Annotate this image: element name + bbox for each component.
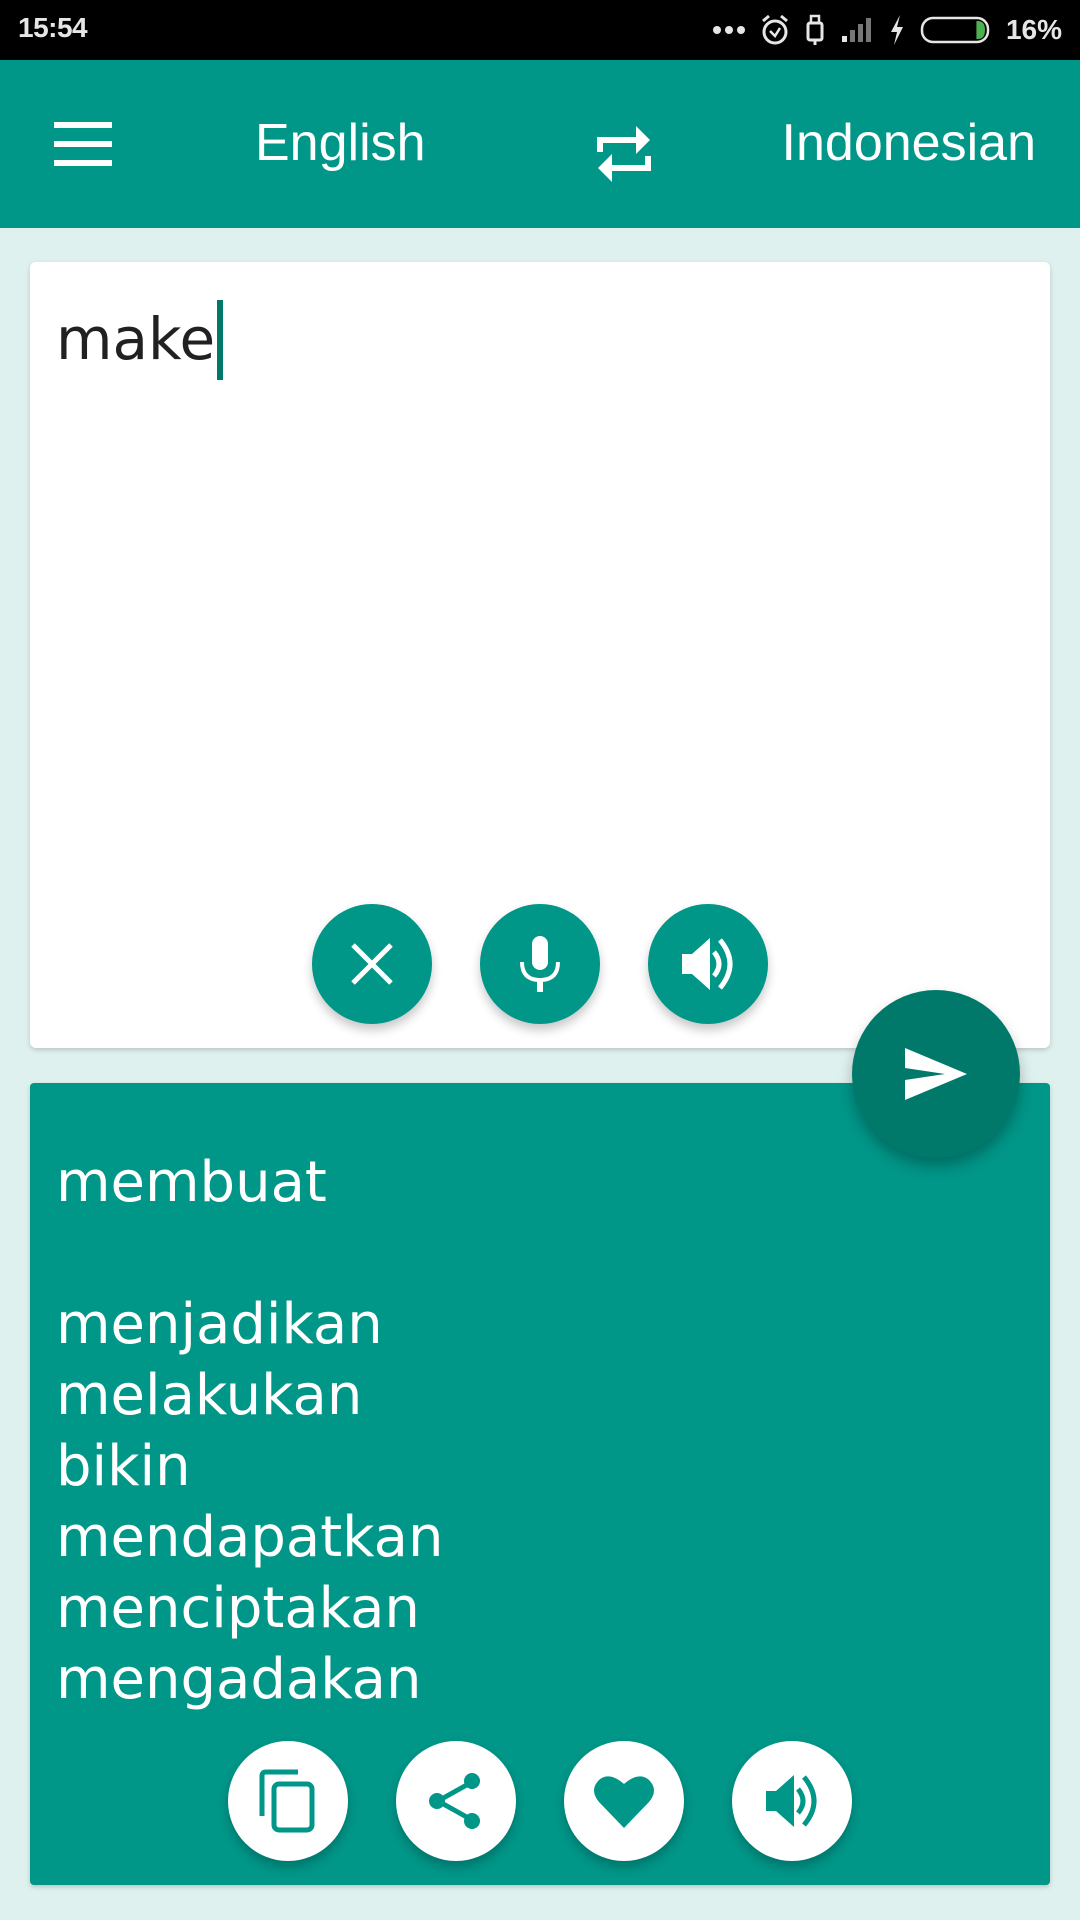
translate-send-button[interactable] bbox=[852, 990, 1020, 1158]
share-icon bbox=[429, 1773, 480, 1829]
primary-translation: membuat bbox=[56, 1150, 327, 1215]
source-text-input[interactable]: make bbox=[56, 300, 224, 380]
input-card[interactable]: make bbox=[30, 262, 1050, 1048]
hamburger-menu-icon[interactable] bbox=[54, 122, 112, 166]
alternative-translation: bikin bbox=[56, 1434, 191, 1499]
translation-output-card: membuat menjadikan melakukan bikin menda… bbox=[30, 1083, 1050, 1885]
swap-languages-icon[interactable] bbox=[594, 122, 654, 186]
target-language-selector[interactable]: Indonesian bbox=[782, 112, 1036, 174]
favorite-button[interactable] bbox=[564, 1741, 684, 1861]
alternative-translation: mengadakan bbox=[56, 1647, 422, 1712]
usb-icon bbox=[804, 14, 826, 46]
copy-icon bbox=[259, 1769, 315, 1833]
source-language-selector[interactable]: English bbox=[255, 112, 426, 174]
alternative-translation: mendapatkan bbox=[56, 1505, 444, 1570]
speak-input-button[interactable] bbox=[648, 904, 768, 1024]
status-icons: 16% bbox=[712, 10, 1062, 50]
microphone-icon bbox=[520, 936, 560, 992]
speaker-icon bbox=[766, 1775, 817, 1827]
text-caret bbox=[217, 300, 224, 380]
charging-icon bbox=[888, 14, 906, 46]
more-notifications-icon bbox=[712, 24, 746, 36]
app-bar: English Indonesian bbox=[0, 60, 1080, 228]
heart-icon bbox=[594, 1776, 654, 1828]
clear-button[interactable] bbox=[312, 904, 432, 1024]
speaker-icon bbox=[682, 938, 733, 990]
battery-fill bbox=[976, 21, 985, 39]
source-text-value: make bbox=[56, 305, 216, 374]
translation-text[interactable]: membuat menjadikan melakukan bikin menda… bbox=[56, 1147, 443, 1715]
alternative-translation: menciptakan bbox=[56, 1576, 420, 1641]
copy-button[interactable] bbox=[228, 1741, 348, 1861]
alarm-icon bbox=[760, 14, 790, 46]
status-bar: 15:54 16% bbox=[0, 0, 1080, 60]
speak-output-button[interactable] bbox=[732, 1741, 852, 1861]
signal-icon bbox=[840, 16, 874, 44]
battery-icon bbox=[920, 15, 992, 45]
share-button[interactable] bbox=[396, 1741, 516, 1861]
send-icon bbox=[905, 1048, 967, 1100]
close-icon bbox=[351, 943, 393, 985]
alternative-translation: melakukan bbox=[56, 1363, 363, 1428]
status-time: 15:54 bbox=[18, 12, 88, 43]
battery-percent: 16% bbox=[1005, 14, 1062, 45]
alternative-translation: menjadikan bbox=[56, 1292, 383, 1357]
voice-input-button[interactable] bbox=[480, 904, 600, 1024]
